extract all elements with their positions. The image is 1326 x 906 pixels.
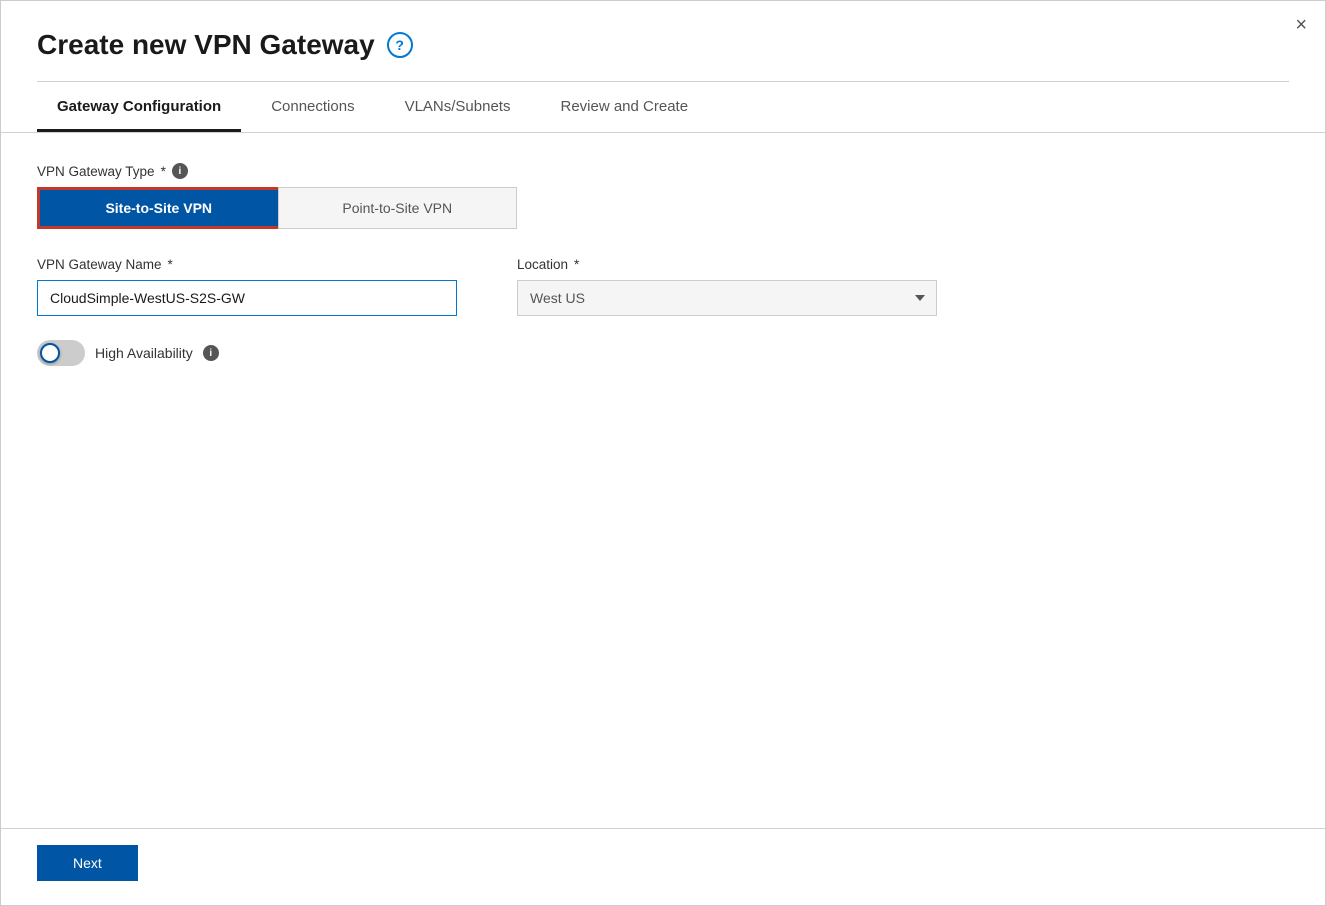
name-field-container: VPN Gateway Name * <box>37 257 457 316</box>
modal-body: VPN Gateway Type * i Site-to-Site VPN Po… <box>1 133 1325 828</box>
next-button[interactable]: Next <box>37 845 138 881</box>
vpn-gateway-name-input[interactable] <box>37 280 457 316</box>
ha-toggle-track <box>37 340 85 366</box>
vpn-type-label: VPN Gateway Type * i <box>37 163 1289 179</box>
location-field-container: Location * West US East US North Europe … <box>517 257 937 316</box>
modal-container: × Create new VPN Gateway ? Gateway Confi… <box>0 0 1326 906</box>
ha-toggle-knob <box>40 343 60 363</box>
title-row: Create new VPN Gateway ? <box>37 29 1289 61</box>
high-availability-row: High Availability i <box>37 340 1289 366</box>
modal-header: Create new VPN Gateway ? <box>1 1 1325 82</box>
help-icon[interactable]: ? <box>387 32 413 58</box>
vpn-type-toggle-group: Site-to-Site VPN Point-to-Site VPN <box>37 187 517 229</box>
point-to-site-button[interactable]: Point-to-Site VPN <box>278 187 518 229</box>
vpn-type-info-icon[interactable]: i <box>172 163 188 179</box>
location-label: Location * <box>517 257 937 272</box>
ha-info-icon[interactable]: i <box>203 345 219 361</box>
modal-title: Create new VPN Gateway <box>37 29 375 61</box>
location-select[interactable]: West US East US North Europe West Europe <box>517 280 937 316</box>
site-to-site-button[interactable]: Site-to-Site VPN <box>37 187 278 229</box>
tab-connections[interactable]: Connections <box>251 82 374 132</box>
close-button[interactable]: × <box>1295 15 1307 35</box>
location-select-wrapper: West US East US North Europe West Europe <box>517 280 937 316</box>
name-location-row: VPN Gateway Name * Location * West US Ea… <box>37 257 1289 316</box>
tab-review-create[interactable]: Review and Create <box>540 82 708 132</box>
tab-bar: Gateway Configuration Connections VLANs/… <box>1 82 1325 133</box>
name-label: VPN Gateway Name * <box>37 257 457 272</box>
modal-footer: Next <box>1 828 1325 905</box>
ha-label: High Availability <box>95 345 193 361</box>
tab-vlans-subnets[interactable]: VLANs/Subnets <box>385 82 531 132</box>
tab-gateway-config[interactable]: Gateway Configuration <box>37 82 241 132</box>
ha-toggle[interactable] <box>37 340 85 366</box>
